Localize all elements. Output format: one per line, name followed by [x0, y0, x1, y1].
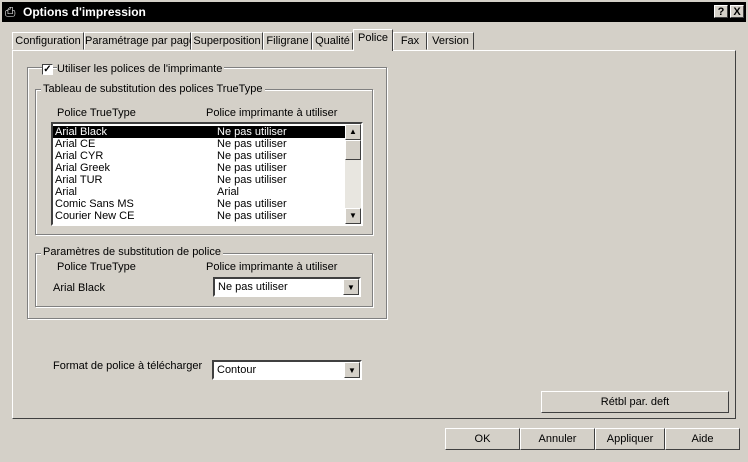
download-format-label: Format de police à télécharger — [53, 360, 203, 372]
tab-police[interactable]: Police — [353, 29, 393, 51]
list-item[interactable]: Arial TUR Ne pas utiliser — [53, 174, 347, 186]
dialog-window: ⎙ Options d'impression ? X Configuration… — [0, 0, 748, 462]
reset-defaults-button[interactable]: Rétbl par. deft — [541, 391, 729, 413]
list-item[interactable]: Comic Sans MS Ne pas utiliser — [53, 198, 347, 210]
download-format-select[interactable]: Contour ▼ — [212, 360, 362, 380]
checkmark-icon: ✓ — [43, 64, 52, 75]
printer-font-select[interactable]: Ne pas utiliser ▼ — [213, 277, 361, 297]
substitution-params-label: Paramètres de substitution de police — [41, 246, 223, 258]
use-printer-fonts-label[interactable]: Utiliser les polices de l'imprimante — [57, 63, 225, 75]
list-item[interactable]: Arial Greek Ne pas utiliser — [53, 162, 347, 174]
tab-parametrage-par-page[interactable]: Paramétrage par page — [84, 32, 195, 50]
vertical-scrollbar[interactable]: ▲ ▼ — [345, 124, 361, 224]
chevron-down-icon[interactable]: ▼ — [344, 362, 360, 378]
download-format-value: Contour — [217, 364, 257, 376]
substitution-table-label: Tableau de substitution des polices True… — [41, 83, 265, 95]
scroll-up-icon[interactable]: ▲ — [345, 124, 361, 140]
close-button[interactable]: X — [730, 5, 744, 18]
ok-button[interactable]: OK — [445, 428, 520, 450]
params-column-truetype: Police TrueType — [57, 261, 136, 273]
help-title-button[interactable]: ? — [714, 5, 728, 18]
tab-version[interactable]: Version — [427, 32, 474, 50]
column-header-printer-font: Police imprimante à utiliser — [206, 107, 338, 119]
list-item[interactable]: Arial CYR Ne pas utiliser — [53, 150, 347, 162]
tab-qualite[interactable]: Qualité — [312, 32, 353, 50]
column-header-truetype: Police TrueType — [57, 107, 136, 119]
printer-font-value: Ne pas utiliser — [218, 281, 288, 293]
list-item[interactable]: Arial Black Ne pas utiliser — [53, 126, 347, 138]
scroll-down-icon[interactable]: ▼ — [345, 208, 361, 224]
font-substitution-list[interactable]: Arial Black Ne pas utiliser Arial CE Ne pa… — [51, 122, 363, 226]
tab-configuration[interactable]: Configuration — [12, 32, 84, 50]
selected-truetype-font: Arial Black — [53, 282, 105, 294]
apply-button[interactable]: Appliquer — [595, 428, 665, 450]
scroll-thumb[interactable] — [345, 140, 361, 160]
tab-panel-police: ✓ Utiliser les polices de l'imprimante T… — [12, 50, 736, 419]
tab-fax[interactable]: Fax — [393, 32, 427, 50]
list-item[interactable]: Arial CE Ne pas utiliser — [53, 138, 347, 150]
params-column-printer-font: Police imprimante à utiliser — [206, 261, 338, 273]
chevron-down-icon[interactable]: ▼ — [343, 279, 359, 295]
window-title: Options d'impression — [23, 5, 146, 19]
list-item[interactable]: Courier New CE Ne pas utiliser — [53, 210, 347, 222]
help-button[interactable]: Aide — [665, 428, 740, 450]
use-printer-fonts-checkbox[interactable]: ✓ — [42, 64, 53, 75]
printer-icon: ⎙ — [5, 4, 16, 19]
tab-filigrane[interactable]: Filigrane — [263, 32, 312, 50]
title-bar: ⎙ Options d'impression ? X — [2, 2, 746, 22]
tab-superposition[interactable]: Superposition — [191, 32, 263, 50]
list-item[interactable]: Arial Arial — [53, 186, 347, 198]
cancel-button[interactable]: Annuler — [520, 428, 595, 450]
